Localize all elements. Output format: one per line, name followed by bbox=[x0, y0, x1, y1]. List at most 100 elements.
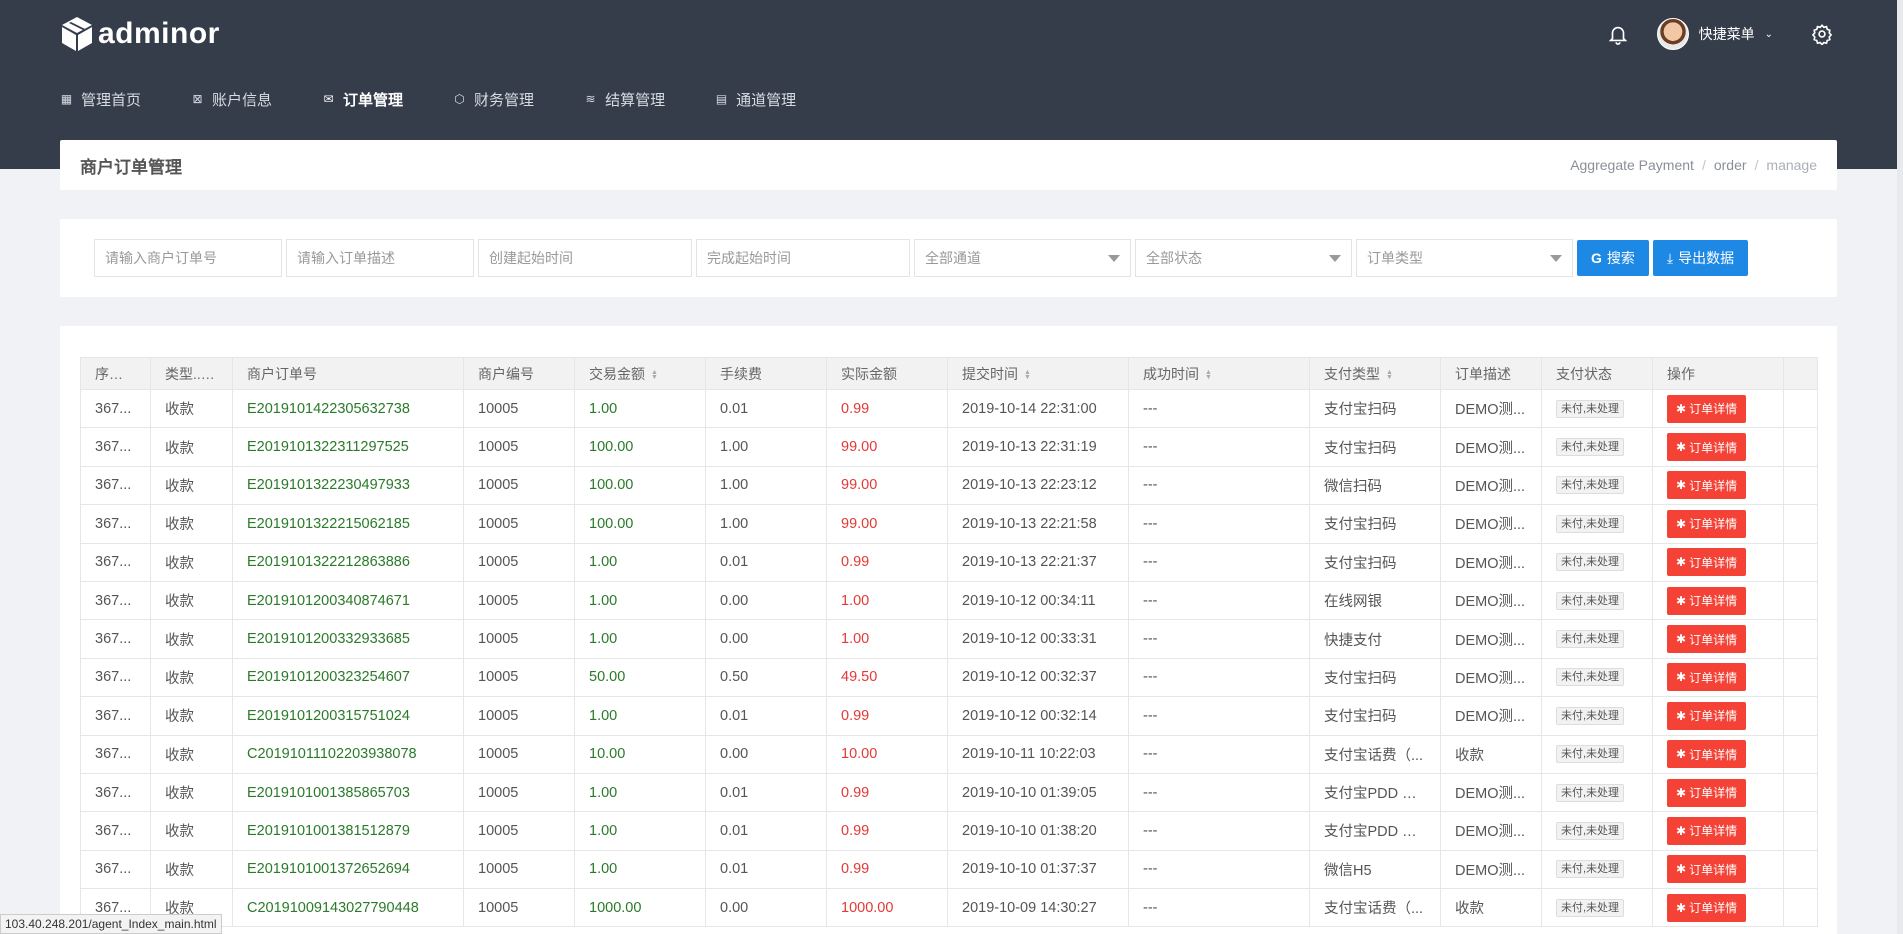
cell-submit-time: 2019-10-11 10:22:03 bbox=[947, 734, 1129, 774]
cell-merchant-no: 10005 bbox=[463, 849, 575, 890]
sort-icon: ▲ ▼ bbox=[1386, 368, 1393, 381]
cell-actual-amount: 1.00 bbox=[826, 619, 948, 659]
col-header-submit-time[interactable]: 提交时间 ▲ ▼ bbox=[947, 357, 1129, 390]
cell-submit-time: 2019-10-13 22:31:19 bbox=[947, 427, 1129, 467]
order-detail-button[interactable]: ✱ 订单详情 bbox=[1667, 893, 1747, 922]
cell-pay-status: 未付,未处理 bbox=[1541, 580, 1653, 621]
cell-type: 收款 bbox=[150, 504, 233, 544]
search-button[interactable]: G 搜索 bbox=[1577, 240, 1649, 276]
cell-submit-time: 2019-10-09 14:30:27 bbox=[947, 888, 1129, 928]
cell-success-time: --- bbox=[1128, 696, 1310, 736]
nav-item-finance[interactable]: ⬡ 财务管理 bbox=[453, 89, 534, 110]
col-header-pay-status: 支付状态 bbox=[1541, 357, 1653, 390]
order-detail-label: 订单详情 bbox=[1689, 402, 1738, 417]
table-row: 367... 收款 E2019101001381512879 10005 1.00 0.0… bbox=[80, 811, 1818, 851]
cell-action: ✱ 订单详情 bbox=[1652, 657, 1784, 698]
order-detail-button[interactable]: ✱ 订单详情 bbox=[1667, 509, 1747, 538]
order-detail-label: 订单详情 bbox=[1689, 517, 1738, 532]
order-detail-button[interactable]: ✱ 订单详情 bbox=[1667, 586, 1747, 615]
cell-actual-amount: 0.99 bbox=[826, 772, 948, 813]
cell-action: ✱ 订单详情 bbox=[1652, 504, 1784, 544]
bell-icon[interactable] bbox=[1607, 23, 1629, 45]
order-detail-button[interactable]: ✱ 订单详情 bbox=[1667, 625, 1747, 654]
cell-amount: 1.00 bbox=[574, 772, 706, 813]
cell-success-time: --- bbox=[1128, 465, 1310, 506]
cell-merchant-no: 10005 bbox=[463, 465, 575, 506]
cell-type: 收款 bbox=[150, 696, 233, 736]
cell-merchant-no: 10005 bbox=[463, 696, 575, 736]
gear-icon[interactable] bbox=[1811, 23, 1833, 45]
status-badge: 未付,未处理 bbox=[1556, 591, 1625, 610]
type-select[interactable]: 订单类型 bbox=[1356, 239, 1573, 277]
order-desc-input[interactable] bbox=[286, 239, 474, 277]
order-detail-button[interactable]: ✱ 订单详情 bbox=[1667, 740, 1747, 769]
nav-item-orders[interactable]: ✉ 订单管理 bbox=[322, 89, 404, 110]
col-header-success-time[interactable]: 成功时间 ▲ ▼ bbox=[1128, 357, 1310, 390]
cell-success-time: --- bbox=[1128, 427, 1310, 467]
nav-item-account[interactable]: ⊠ 账户信息 bbox=[191, 89, 272, 110]
cell-pay-type: 支付宝扫码 bbox=[1309, 504, 1441, 544]
order-detail-button[interactable]: ✱ 订单详情 bbox=[1667, 394, 1747, 423]
filter-bar: 全部通道 全部状态 订单类型 G 搜索 ⤓ 导出数据 bbox=[60, 219, 1837, 297]
cell-merchant-no: 10005 bbox=[463, 504, 575, 544]
col-header-index[interactable]: 序号... ▲ ▼ bbox=[80, 357, 151, 390]
order-detail-button[interactable]: ✱ 订单详情 bbox=[1667, 548, 1747, 577]
col-header-pay-type[interactable]: 支付类型 ▲ ▼ bbox=[1309, 357, 1441, 390]
col-header-type[interactable]: 类型... ▲ ▼ bbox=[150, 357, 233, 390]
breadcrumb-separator: / bbox=[1701, 157, 1706, 173]
create-time-input[interactable] bbox=[478, 239, 692, 277]
cell-actual-amount: 0.99 bbox=[826, 811, 948, 851]
order-detail-button[interactable]: ✱ 订单详情 bbox=[1667, 433, 1747, 462]
nav-item-settlement[interactable]: ≋ 结算管理 bbox=[584, 89, 666, 110]
cell-merchant-no: 10005 bbox=[463, 427, 575, 467]
cell-action: ✱ 订单详情 bbox=[1652, 465, 1784, 506]
account-icon: ⊠ bbox=[192, 92, 203, 106]
brand-logo[interactable]: adminor bbox=[60, 14, 220, 54]
cell-success-time: --- bbox=[1128, 888, 1310, 928]
cell-pay-status: 未付,未处理 bbox=[1541, 465, 1653, 506]
status-badge: 未付,未处理 bbox=[1556, 630, 1625, 649]
user-menu[interactable]: 快捷菜单 ⌄ bbox=[1656, 18, 1773, 50]
breadcrumb-item-current: manage bbox=[1766, 157, 1817, 173]
cell-amount: 10.00 bbox=[574, 734, 706, 774]
cell-success-time: --- bbox=[1128, 811, 1310, 851]
nav-item-label: 订单管理 bbox=[343, 91, 404, 109]
caret-down-icon bbox=[1108, 254, 1120, 262]
table-row: 367... 收款 E2019101200332933685 10005 1.00 0.0… bbox=[80, 619, 1818, 659]
export-button[interactable]: ⤓ 导出数据 bbox=[1652, 240, 1749, 276]
status-badge: 未付,未处理 bbox=[1556, 821, 1625, 840]
order-detail-button[interactable]: ✱ 订单详情 bbox=[1667, 701, 1747, 730]
asterisk-icon: ✱ bbox=[1676, 900, 1687, 915]
cell-fee: 1.00 bbox=[705, 504, 827, 544]
order-detail-button[interactable]: ✱ 订单详情 bbox=[1667, 778, 1747, 807]
cell-pay-type: 支付宝PDD 单... bbox=[1309, 811, 1441, 851]
table-row: 367... 收款 E2019101001385865703 10005 1.00 0.0… bbox=[80, 772, 1818, 813]
nav-item-dashboard[interactable]: ▦ 管理首页 bbox=[60, 89, 141, 110]
status-select[interactable]: 全部状态 bbox=[1135, 239, 1352, 277]
cell-pay-status: 未付,未处理 bbox=[1541, 657, 1653, 698]
table-row: 367... 收款 E2019101322212863886 10005 1.00 0.0… bbox=[80, 542, 1818, 582]
order-detail-label: 订单详情 bbox=[1689, 440, 1738, 455]
cell-merchant-no: 10005 bbox=[463, 734, 575, 774]
order-no-input[interactable] bbox=[94, 239, 282, 277]
breadcrumb-item[interactable]: order bbox=[1714, 157, 1747, 173]
cell-type: 收款 bbox=[150, 619, 233, 659]
cell-amount: 1.00 bbox=[574, 811, 706, 851]
finish-time-input[interactable] bbox=[696, 239, 910, 277]
order-detail-button[interactable]: ✱ 订单详情 bbox=[1667, 471, 1747, 500]
order-detail-button[interactable]: ✱ 订单详情 bbox=[1667, 855, 1747, 884]
breadcrumb-item[interactable]: Aggregate Payment bbox=[1570, 157, 1694, 173]
nav-item-channel[interactable]: ▤ 通道管理 bbox=[715, 89, 796, 110]
caret-down-icon bbox=[1550, 254, 1562, 262]
cell-filler bbox=[1783, 619, 1818, 659]
cube-logo-icon bbox=[62, 17, 92, 51]
table-row: 367... 收款 E2019101200323254607 10005 50.00 0.… bbox=[80, 657, 1818, 698]
order-detail-button[interactable]: ✱ 订单详情 bbox=[1667, 816, 1747, 845]
page-scrollbar[interactable] bbox=[1897, 0, 1903, 934]
cell-type: 收款 bbox=[150, 465, 233, 506]
channel-select[interactable]: 全部通道 bbox=[914, 239, 1131, 277]
cell-fee: 0.00 bbox=[705, 734, 827, 774]
order-detail-button[interactable]: ✱ 订单详情 bbox=[1667, 663, 1747, 692]
col-header-amount[interactable]: 交易金额 ▲ ▼ bbox=[574, 357, 706, 390]
order-detail-label: 订单详情 bbox=[1689, 709, 1738, 724]
